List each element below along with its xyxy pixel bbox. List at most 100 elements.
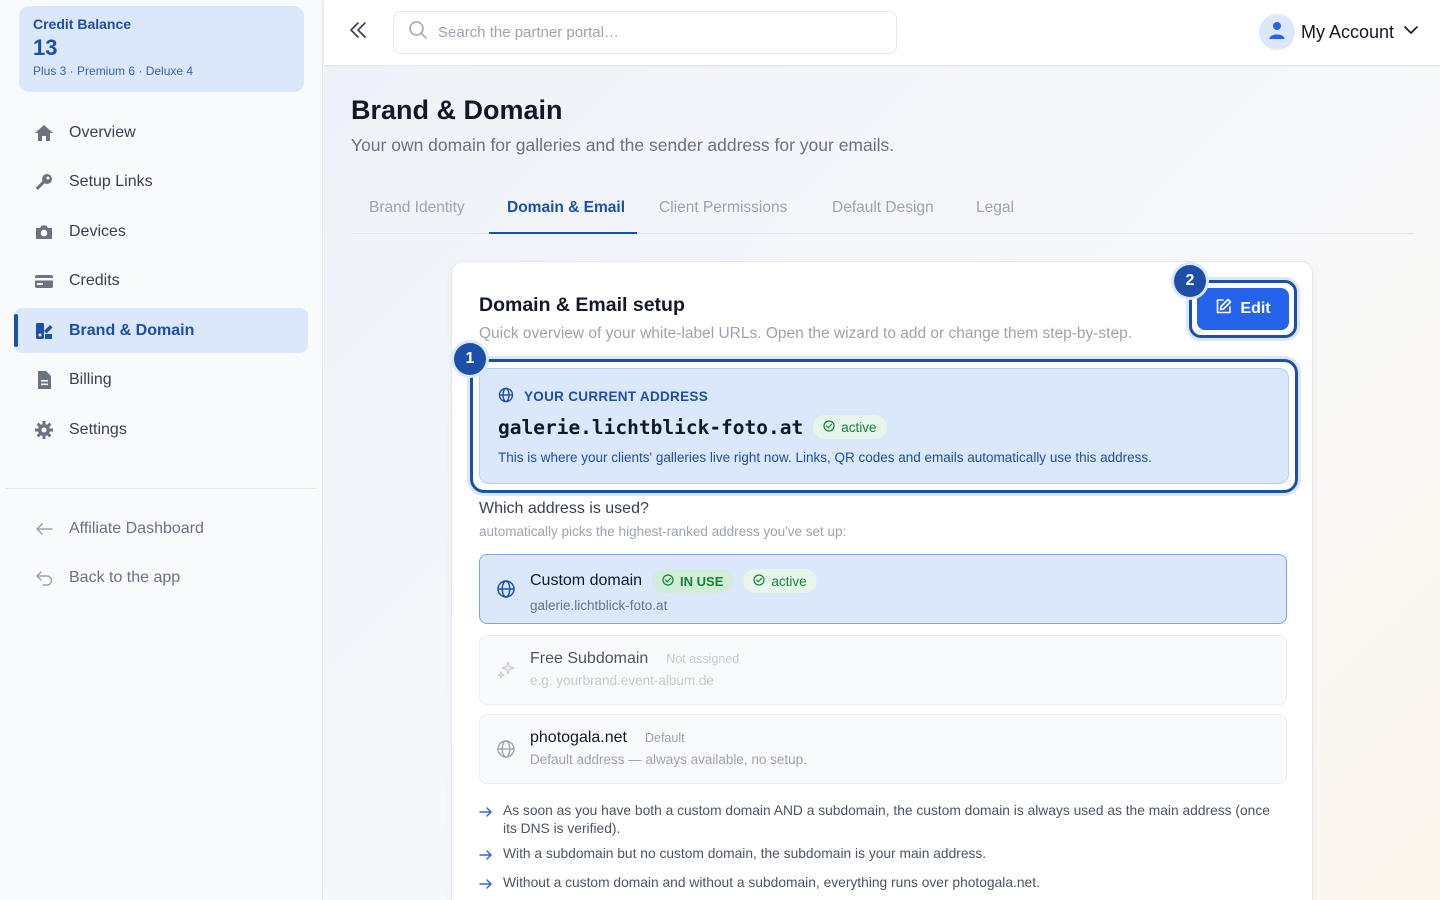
status-badge-label: active — [771, 573, 807, 589]
tab-client-permissions[interactable]: Client Permissions — [659, 199, 787, 229]
current-domain-row: galerie.lichtblick-foto.at active — [498, 415, 1270, 439]
status-badge: active — [743, 569, 817, 593]
option-description: e.g. yourbrand.event-album.de — [530, 673, 714, 688]
card-title: Domain & Email setup — [479, 294, 685, 316]
tab-bar: Brand Identity Domain & Email Client Per… — [351, 187, 1414, 234]
in-use-badge-label: IN USE — [680, 573, 724, 589]
status-badge: active — [813, 415, 887, 439]
sidebar-item-devices[interactable]: Devices — [14, 209, 308, 254]
credit-balance-value: 13 — [33, 35, 58, 60]
credit-card-icon — [33, 270, 55, 292]
search-input[interactable] — [438, 24, 878, 41]
search-box[interactable] — [393, 11, 897, 54]
camera-icon — [33, 221, 55, 243]
credit-balance-title: Credit Balance — [33, 16, 132, 32]
option-header: Free Subdomain Not assigned — [530, 650, 1270, 668]
edit-button[interactable]: Edit — [1197, 288, 1289, 330]
option-tag: Not assigned — [666, 652, 740, 666]
step-badge-2: 2 — [1174, 265, 1206, 297]
page-title: Brand & Domain — [351, 95, 563, 125]
sidebar-item-label: Brand & Domain — [69, 321, 195, 339]
sidebar-item-label: Settings — [69, 420, 127, 438]
in-use-badge: IN USE — [652, 569, 734, 593]
option-default-address[interactable]: photogala.net Default Default address — … — [479, 714, 1287, 784]
sidebar-item-credits[interactable]: Credits — [14, 259, 308, 304]
tab-brand-identity[interactable]: Brand Identity — [369, 199, 465, 229]
sidebar-nav: Overview Setup Links Devices Credits Bra… — [14, 110, 308, 457]
current-address-label-row: YOUR CURRENT ADDRESS — [498, 387, 1270, 406]
tab-default-design[interactable]: Default Design — [832, 199, 934, 229]
step-badge-1: 1 — [454, 343, 486, 375]
which-address-subtitle: automatically picks the highest-ranked a… — [479, 524, 847, 539]
sidebar-divider — [6, 488, 316, 489]
account-menu[interactable]: My Account — [1258, 14, 1420, 50]
topbar: My Account — [324, 0, 1440, 66]
sidebar-item-label: Affiliate Dashboard — [69, 519, 204, 537]
tab-domain-email[interactable]: Domain & Email — [507, 199, 625, 229]
list-item: As soon as you have both a custom domain… — [479, 802, 1279, 838]
option-header: Custom domain IN USE active — [530, 569, 1270, 593]
search-icon — [408, 20, 428, 45]
tab-legal[interactable]: Legal — [976, 199, 1014, 229]
sidebar-item-back-to-app[interactable]: Back to the app — [14, 556, 308, 601]
sidebar-item-label: Setup Links — [69, 173, 153, 190]
sidebar-item-overview[interactable]: Overview — [14, 110, 308, 155]
user-icon — [1267, 20, 1287, 45]
undo-icon — [33, 567, 55, 589]
account-label: My Account — [1300, 21, 1394, 42]
sidebar: Credit Balance 13 Plus 3 · Premium 6 · D… — [0, 0, 323, 900]
option-name: photogala.net — [530, 729, 627, 746]
sidebar-item-affiliate-dashboard[interactable]: Affiliate Dashboard — [14, 506, 308, 551]
option-free-subdomain[interactable]: Free Subdomain Not assigned e.g. yourbra… — [479, 635, 1287, 705]
current-domain: galerie.lichtblick-foto.at — [498, 415, 804, 439]
check-circle-icon — [662, 573, 680, 589]
main-content: Brand & Domain Your own domain for galle… — [324, 67, 1440, 900]
sidebar-item-label: Billing — [69, 371, 112, 388]
gear-icon — [33, 419, 55, 441]
collapse-sidebar-button[interactable] — [344, 18, 372, 46]
sidebar-secondary-nav: Affiliate Dashboard Back to the app — [14, 506, 308, 605]
key-icon — [33, 171, 55, 193]
globe-icon — [498, 387, 524, 406]
globe-icon — [496, 739, 516, 764]
arrow-right-icon — [479, 802, 503, 824]
list-item: With a subdomain but no custom domain, t… — [479, 845, 1279, 867]
sidebar-item-settings[interactable]: Settings — [14, 407, 308, 452]
page-subtitle: Your own domain for galleries and the se… — [351, 135, 895, 155]
domain-email-card: Domain & Email setup Quick overview of y… — [451, 261, 1313, 900]
rule-text: As soon as you have both a custom domain… — [503, 803, 1270, 836]
home-icon — [33, 122, 55, 144]
sidebar-item-label: Devices — [69, 222, 126, 240]
edit-button-label: Edit — [1240, 300, 1271, 317]
edit-highlight: Edit — [1189, 280, 1297, 338]
check-circle-icon — [823, 419, 841, 435]
arrow-right-icon — [479, 874, 503, 896]
current-address-box: YOUR CURRENT ADDRESS galerie.lichtblick-… — [479, 368, 1289, 484]
status-badge-label: active — [841, 419, 877, 435]
option-description: galerie.lichtblick-foto.at — [530, 598, 668, 613]
current-address-highlight: YOUR CURRENT ADDRESS galerie.lichtblick-… — [470, 359, 1298, 493]
double-chevron-left-icon — [347, 19, 369, 46]
credit-balance-card[interactable]: Credit Balance 13 Plus 3 · Premium 6 · D… — [19, 6, 304, 92]
option-name: Custom domain — [530, 572, 643, 589]
sidebar-item-label: Credits — [69, 272, 120, 289]
rule-text: With a subdomain but no custom domain, t… — [503, 846, 987, 861]
credit-balance-breakdown: Plus 3 · Premium 6 · Deluxe 4 — [33, 64, 194, 78]
document-icon — [33, 369, 55, 391]
current-address-note: This is where your clients' galleries li… — [498, 450, 1152, 465]
sidebar-item-label: Back to the app — [69, 569, 181, 586]
sidebar-item-setup-links[interactable]: Setup Links — [14, 160, 308, 205]
chevron-down-icon — [1402, 21, 1420, 44]
option-custom-domain[interactable]: Custom domain IN USE active galerie.lich… — [479, 554, 1287, 624]
sparkles-icon — [496, 660, 516, 685]
arrow-left-icon — [33, 518, 55, 540]
sidebar-item-billing[interactable]: Billing — [14, 358, 308, 403]
sidebar-item-brand-domain[interactable]: Brand & Domain — [14, 308, 308, 353]
globe-icon — [496, 579, 516, 604]
arrow-right-icon — [479, 845, 503, 867]
sidebar-item-label: Overview — [69, 123, 136, 141]
option-header: photogala.net Default — [530, 729, 1270, 747]
option-tag: Default — [644, 731, 685, 745]
brand-icon — [33, 320, 55, 342]
active-tab-indicator — [489, 232, 637, 234]
